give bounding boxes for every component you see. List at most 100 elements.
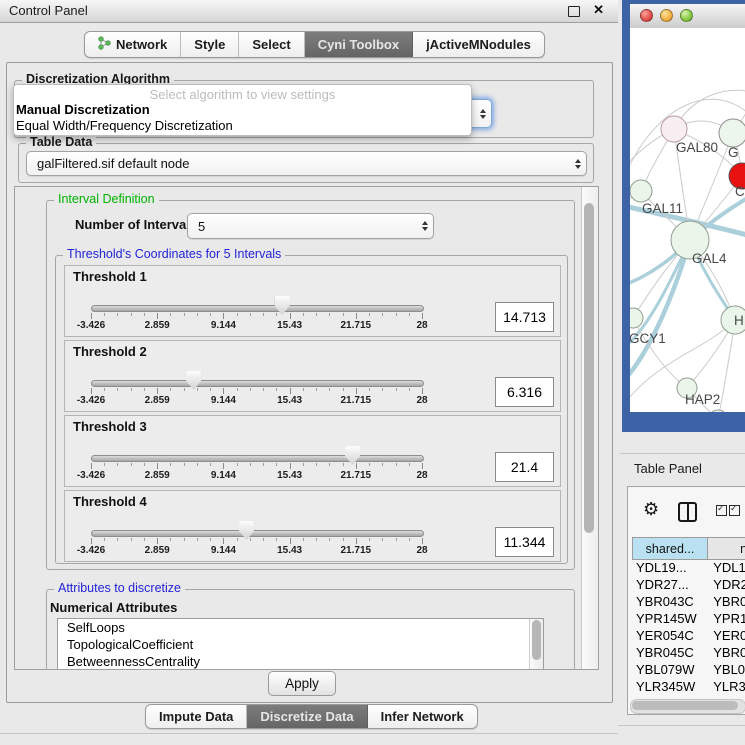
gear-icon[interactable]: ⚙: [643, 499, 659, 520]
cyni-bottom-tabs: Impute Data Discretize Data Infer Networ…: [145, 704, 478, 729]
table-row[interactable]: YLR345WYLR3: [632, 678, 745, 695]
panel-bottom-divider: [0, 733, 618, 734]
network-node[interactable]: [630, 308, 643, 328]
vertical-scrollbar[interactable]: [581, 187, 598, 669]
dropdown-option-equal-width[interactable]: Equal Width/Frequency Discretization: [14, 118, 471, 134]
combo-value: galFiltered.sif default node: [27, 156, 570, 171]
table-data-combobox[interactable]: galFiltered.sif default node: [26, 151, 587, 176]
slider-ticks: [91, 538, 422, 545]
slider-ticks: [91, 463, 422, 470]
tab-jactivemnodules[interactable]: jActiveMNodules: [413, 32, 544, 57]
control-panel-titlebar: Control Panel ✕: [0, 0, 618, 23]
control-panel-tabs: Network Style Select Cyni Toolbox jActiv…: [84, 31, 545, 58]
thresholds-group: Threshold's Coordinates for 5 Intervals …: [55, 255, 568, 564]
tab-infer-network[interactable]: Infer Network: [368, 705, 477, 728]
table-row[interactable]: YDL19...YDL1: [632, 559, 745, 576]
algorithm-dropdown-popup: Select algorithm to view settings Manual…: [13, 84, 472, 136]
table-panel: ⚙ shared... na YDL19...YDL1 YDR27...YDR2…: [627, 486, 745, 715]
combo-value: 5: [188, 219, 417, 234]
node-label: GAL80: [676, 140, 718, 155]
threshold-value-field[interactable]: 14.713: [495, 302, 554, 332]
apply-button[interactable]: Apply: [268, 671, 336, 696]
split-panel-icon[interactable]: [678, 502, 697, 522]
tab-discretize-data[interactable]: Discretize Data: [247, 705, 367, 728]
tab-network[interactable]: Network: [85, 32, 181, 57]
minimize-window-icon[interactable]: [660, 9, 673, 22]
node-label: GCY1: [630, 331, 666, 346]
table-row[interactable]: YPR145WYPR1: [632, 610, 745, 627]
network-node[interactable]: [708, 410, 728, 412]
slider-ticks: [91, 313, 422, 320]
float-panel-icon[interactable]: [568, 6, 580, 17]
tab-style[interactable]: Style: [181, 32, 239, 57]
threshold-panel-2: Threshold 2 -3.426 2.859 9.144 15.43 21.…: [64, 340, 561, 412]
table-panel-title: Table Panel: [634, 461, 702, 476]
list-scrollbar[interactable]: [529, 619, 543, 670]
num-intervals-label: Number of Intervals: [75, 217, 197, 232]
table-row[interactable]: YER054CYER0: [632, 627, 745, 644]
close-panel-icon[interactable]: ✕: [593, 2, 604, 18]
slider-track[interactable]: [91, 305, 424, 312]
threshold-value-field[interactable]: 21.4: [495, 452, 554, 482]
slider-track[interactable]: [91, 455, 424, 462]
network-node[interactable]: [630, 180, 652, 202]
scrollbar-thumb[interactable]: [632, 701, 738, 710]
column-header-shared-name[interactable]: shared...: [633, 538, 708, 560]
scrollbar-thumb[interactable]: [532, 620, 541, 660]
table-row[interactable]: YBR043CYBR0: [632, 593, 745, 610]
dropdown-placeholder-item[interactable]: Select algorithm to view settings: [14, 85, 471, 102]
table-row[interactable]: YDR27...YDR2: [632, 576, 745, 593]
numerical-attributes-label: Numerical Attributes: [50, 600, 177, 615]
checkbox-icon[interactable]: [716, 505, 727, 516]
dropdown-option-manual[interactable]: Manual Discretization: [14, 102, 471, 118]
scrollbar-thumb[interactable]: [584, 203, 594, 533]
threshold-panel-3: Threshold 3 -3.426 2.859 9.144 15.43 21.…: [64, 415, 561, 487]
network-canvas[interactable]: GGAL80CGAL11GAL4GCY1HHAP2: [630, 28, 745, 412]
tab-select[interactable]: Select: [239, 32, 304, 57]
slider-ticks: [91, 388, 422, 395]
threshold-value-field[interactable]: 6.316: [495, 377, 554, 407]
screen: Control Panel ✕ Network Style Select Cyn…: [0, 0, 745, 745]
group-title: Table Data: [26, 135, 96, 149]
table-row[interactable]: YBL079WYBL0: [632, 661, 745, 678]
node-label: HAP2: [685, 392, 720, 407]
network-node[interactable]: [719, 119, 745, 147]
group-title: Threshold's Coordinates for 5 Intervals: [63, 247, 285, 261]
attributes-list: SelfLoops TopologicalCoefficient Between…: [57, 618, 544, 670]
network-window-titlebar[interactable]: [630, 4, 745, 29]
slider-track[interactable]: [91, 530, 424, 537]
zoom-window-icon[interactable]: [680, 9, 693, 22]
table-header-row: shared... na: [632, 537, 745, 560]
network-icon: [98, 36, 111, 53]
network-view-window: GGAL80CGAL11GAL4GCY1HHAP2: [622, 0, 745, 432]
table-row[interactable]: YBR045CYBR0: [632, 644, 745, 661]
threshold-panel-4: Threshold 4 -3.426 2.859 9.144 15.43 21.…: [64, 490, 561, 562]
column-header-name[interactable]: na: [708, 538, 745, 560]
combo-stepper-icon: [475, 109, 491, 119]
slider-track[interactable]: [91, 380, 424, 387]
tab-impute-data[interactable]: Impute Data: [146, 705, 247, 728]
num-intervals-combobox[interactable]: 5: [187, 213, 434, 239]
node-label: H: [734, 313, 744, 328]
checkbox-icon[interactable]: [729, 505, 740, 516]
node-label: G: [728, 145, 739, 160]
network-node[interactable]: [661, 116, 687, 142]
interval-definition-group: Interval Definition Number of Intervals …: [46, 200, 575, 570]
tab-label: Network: [116, 37, 167, 52]
table-panel-divider: [620, 453, 745, 454]
list-item[interactable]: BetweennessCentrality: [58, 653, 543, 670]
combo-stepper-icon: [417, 221, 433, 231]
close-window-icon[interactable]: [640, 9, 653, 22]
bottom-divider: [618, 725, 745, 726]
group-title: Interval Definition: [54, 192, 159, 206]
attributes-group: Attributes to discretize Numerical Attri…: [46, 589, 575, 670]
threshold-panel-1: Threshold 1 -3.426 2.859 9.144 15.43 21.…: [64, 265, 561, 337]
threshold-value-field[interactable]: 11.344: [495, 527, 554, 557]
settings-scroll-viewport: Interval Definition Number of Intervals …: [14, 186, 599, 670]
horizontal-scrollbar[interactable]: [630, 699, 745, 714]
list-item[interactable]: TopologicalCoefficient: [58, 636, 543, 653]
list-item[interactable]: SelfLoops: [58, 619, 543, 636]
node-label: C: [735, 184, 745, 199]
panel-title: Control Panel: [9, 3, 88, 18]
tab-cyni-toolbox[interactable]: Cyni Toolbox: [305, 32, 413, 57]
